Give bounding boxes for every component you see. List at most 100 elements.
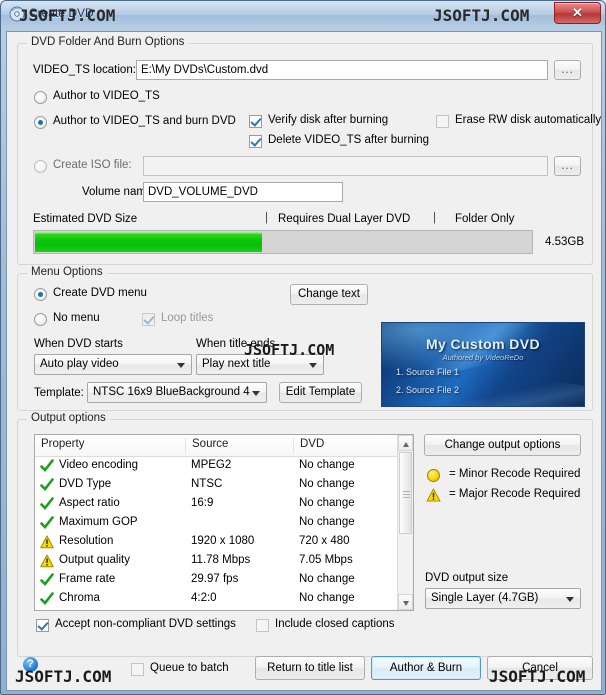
dvd-output-size-combo[interactable]: Single Layer (4.7GB) (425, 588, 581, 609)
change-text-button[interactable]: Change text (290, 284, 368, 305)
menu-options-group: Menu Options Create DVD menu Change text… (17, 266, 593, 411)
radio-author-and-burn[interactable] (34, 116, 47, 129)
dvd-output-size-value: Single Layer (4.7GB) (431, 592, 539, 604)
tick-dual-layer: | (265, 212, 268, 224)
dvd-output-size-label: DVD output size (425, 572, 509, 584)
title-bar: Create DVD ✕ (1, 1, 605, 29)
close-button[interactable]: ✕ (554, 2, 601, 24)
disc-icon (9, 6, 25, 22)
checkbox-loop-titles-label: Loop titles (161, 312, 214, 324)
close-icon: ✕ (572, 5, 583, 20)
checkbox-include-closed-captions[interactable] (256, 619, 269, 632)
chevron-down-icon (177, 363, 185, 368)
author-and-burn-button[interactable]: Author & Burn (371, 656, 481, 680)
burn-options-group: DVD Folder And Burn Options VIDEO_TS loc… (17, 36, 601, 265)
cell-dvd: 7.05 Mbps (299, 554, 353, 566)
when-dvd-starts-label: When DVD starts (34, 338, 123, 350)
table-row[interactable]: Output quality 11.78 Mbps 7.05 Mbps (35, 552, 413, 571)
chevron-down-icon (403, 601, 409, 606)
when-title-ends-value: Play next title (202, 358, 271, 370)
cancel-button[interactable]: Cancel (487, 656, 593, 680)
cell-property: Output quality (59, 554, 130, 566)
dual-layer-label: Requires Dual Layer DVD (278, 213, 411, 225)
cell-source: 1920 x 1080 (191, 535, 255, 547)
iso-browse-button[interactable]: ... (554, 156, 581, 176)
radio-author-to-video-ts[interactable] (34, 91, 47, 104)
help-icon[interactable]: ? (23, 657, 38, 672)
cell-property: DVD Type (59, 478, 112, 490)
when-title-ends-combo[interactable]: Play next title (196, 354, 324, 375)
cell-property: Chroma (59, 592, 100, 604)
radio-no-menu[interactable] (34, 313, 47, 326)
preview-subtitle: Authored by VideoReDo (442, 353, 524, 362)
checkbox-loop-titles[interactable] (142, 313, 155, 326)
video-ts-location-input[interactable] (136, 60, 548, 80)
table-row[interactable]: DVD Type NTSC No change (35, 476, 413, 495)
cell-dvd: No change (299, 573, 355, 585)
chevron-down-icon (309, 363, 317, 368)
cell-property: Frame rate (59, 573, 116, 585)
cell-property: Video encoding (59, 459, 139, 471)
video-ts-location-label: VIDEO_TS location: (33, 64, 136, 76)
table-row[interactable]: Maximum GOP No change (35, 514, 413, 533)
check-icon (40, 478, 54, 492)
cell-dvd: 720 x 480 (299, 535, 350, 547)
minor-recode-icon (427, 469, 440, 482)
checkbox-delete-video-ts[interactable] (249, 135, 262, 148)
template-combo[interactable]: NTSC 16x9 BlueBackground 4 (87, 382, 267, 403)
check-icon (40, 497, 54, 511)
iso-path-input[interactable] (143, 156, 548, 176)
legend-major-recode: = Major Recode Required (449, 488, 581, 500)
column-header-source[interactable]: Source (185, 438, 293, 453)
cell-property: Maximum GOP (59, 516, 138, 528)
table-row[interactable]: Video encoding MPEG2 No change (35, 457, 413, 476)
check-icon (40, 573, 54, 587)
scroll-grip-line (403, 491, 410, 492)
dvd-size-progress-fill (35, 232, 263, 252)
checkbox-include-closed-captions-label: Include closed captions (275, 618, 395, 630)
column-header-dvd[interactable]: DVD (293, 438, 398, 453)
cell-dvd: No change (299, 478, 355, 490)
window-title: Create DVD (29, 6, 94, 20)
cell-property: Aspect ratio (59, 497, 120, 509)
edit-template-button[interactable]: Edit Template (279, 382, 362, 403)
table-row[interactable]: Resolution 1920 x 1080 720 x 480 (35, 533, 413, 552)
table-row[interactable]: Aspect ratio 16:9 No change (35, 495, 413, 514)
volume-name-input[interactable] (143, 182, 343, 202)
radio-create-dvd-menu[interactable] (34, 288, 47, 301)
preview-item-1: 1. Source File 1 (396, 367, 460, 377)
output-properties-table[interactable]: Property Source DVD Video encoding MPEG2 N… (34, 434, 414, 611)
preview-title: My Custom DVD (425, 336, 541, 352)
dvd-size-value: 4.53GB (545, 236, 584, 248)
checkbox-accept-non-compliant[interactable] (36, 619, 49, 632)
video-ts-browse-button[interactable]: ... (554, 60, 581, 80)
column-header-property[interactable]: Property (35, 438, 185, 453)
chevron-up-icon (403, 442, 409, 447)
warning-icon (40, 535, 54, 549)
major-recode-icon (426, 488, 441, 502)
checkbox-accept-non-compliant-label: Accept non-compliant DVD settings (55, 618, 236, 630)
table-row[interactable]: Frame rate 29.97 fps No change (35, 571, 413, 590)
return-to-title-list-button[interactable]: Return to title list (255, 656, 365, 680)
burn-options-title: DVD Folder And Burn Options (27, 36, 189, 48)
scroll-up-button[interactable] (398, 435, 413, 451)
dvd-menu-preview[interactable]: My Custom DVD Authored by VideoReDo 1. S… (381, 322, 585, 407)
table-row[interactable]: Chroma 4:2:0 No change (35, 590, 413, 609)
scroll-down-button[interactable] (398, 594, 413, 610)
when-dvd-starts-combo[interactable]: Auto play video (34, 354, 192, 375)
scroll-thumb[interactable] (399, 452, 412, 534)
check-icon (40, 592, 54, 606)
checkbox-verify-disk-label: Verify disk after burning (268, 114, 389, 126)
warning-icon (40, 554, 54, 568)
checkbox-verify-disk[interactable] (249, 115, 262, 128)
cell-dvd: No change (299, 497, 355, 509)
radio-create-iso[interactable] (34, 160, 47, 173)
cell-source: 11.78 Mbps (191, 554, 251, 566)
table-scrollbar[interactable] (397, 435, 413, 610)
checkbox-erase-rw[interactable] (436, 115, 449, 128)
change-output-options-button[interactable]: Change output options (424, 434, 581, 456)
checkbox-queue-to-batch[interactable] (131, 663, 144, 676)
client-area: DVD Folder And Burn Options VIDEO_TS loc… (6, 31, 602, 691)
menu-options-title: Menu Options (27, 266, 107, 278)
radio-create-dvd-menu-label: Create DVD menu (53, 287, 147, 299)
